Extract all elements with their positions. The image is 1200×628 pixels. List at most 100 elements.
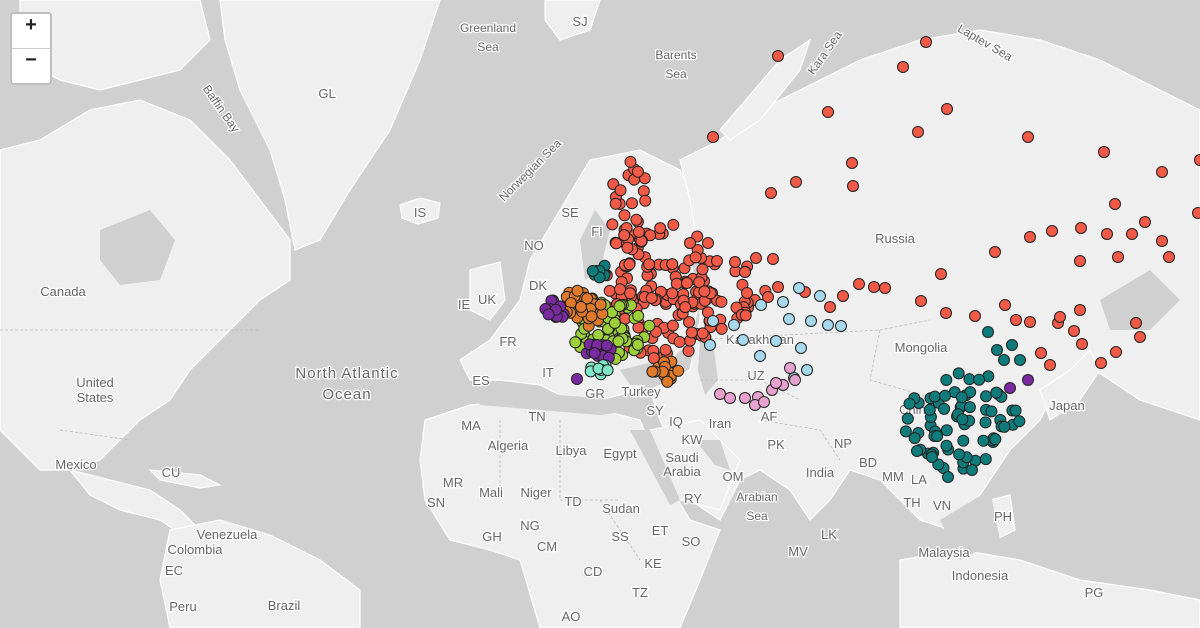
data-marker[interactable] <box>588 347 601 360</box>
data-marker[interactable] <box>952 367 965 380</box>
data-marker[interactable] <box>569 336 582 349</box>
data-marker[interactable] <box>1101 228 1113 240</box>
data-marker[interactable] <box>632 225 645 238</box>
data-marker[interactable] <box>938 402 951 415</box>
data-marker[interactable] <box>750 252 762 264</box>
data-marker[interactable] <box>772 281 784 293</box>
data-marker[interactable] <box>681 277 693 289</box>
data-marker[interactable] <box>1110 346 1122 358</box>
data-marker[interactable] <box>1054 311 1066 323</box>
data-marker[interactable] <box>814 290 826 302</box>
data-marker[interactable] <box>1109 198 1121 210</box>
data-marker[interactable] <box>606 218 619 231</box>
data-marker[interactable] <box>631 165 644 178</box>
data-marker[interactable] <box>682 345 695 357</box>
data-marker[interactable] <box>1156 235 1168 247</box>
data-marker[interactable] <box>903 397 916 410</box>
data-marker[interactable] <box>784 362 796 374</box>
data-marker[interactable] <box>585 310 598 323</box>
data-marker[interactable] <box>542 308 555 321</box>
data-marker[interactable] <box>1013 415 1026 428</box>
data-marker[interactable] <box>684 237 696 249</box>
data-marker[interactable] <box>755 299 767 311</box>
data-marker[interactable] <box>739 392 751 404</box>
data-marker[interactable] <box>643 258 656 271</box>
data-marker[interactable] <box>999 299 1011 311</box>
data-marker[interactable] <box>772 50 784 62</box>
data-marker[interactable] <box>847 180 859 192</box>
data-marker[interactable] <box>1024 231 1036 243</box>
data-marker[interactable] <box>704 339 716 351</box>
data-marker[interactable] <box>754 350 766 362</box>
data-marker[interactable] <box>571 284 584 297</box>
data-marker[interactable] <box>707 315 719 327</box>
data-marker[interactable] <box>956 413 969 426</box>
data-marker[interactable] <box>846 157 858 169</box>
data-marker[interactable] <box>610 237 623 250</box>
data-marker[interactable] <box>979 453 992 466</box>
data-marker[interactable] <box>714 388 726 400</box>
data-marker[interactable] <box>724 392 736 404</box>
data-marker[interactable] <box>1095 357 1107 369</box>
data-marker[interactable] <box>608 317 621 329</box>
data-marker[interactable] <box>957 434 970 447</box>
data-marker[interactable] <box>711 255 723 267</box>
data-marker[interactable] <box>973 373 986 386</box>
data-marker[interactable] <box>666 287 679 300</box>
data-marker[interactable] <box>661 375 674 388</box>
data-marker[interactable] <box>991 344 1003 356</box>
data-marker[interactable] <box>1112 251 1124 263</box>
data-marker[interactable] <box>1076 338 1088 350</box>
data-marker[interactable] <box>908 432 921 445</box>
data-marker[interactable] <box>592 329 605 341</box>
data-marker[interactable] <box>931 430 944 443</box>
data-marker[interactable] <box>767 253 779 265</box>
data-marker[interactable] <box>789 374 801 386</box>
data-marker[interactable] <box>737 334 749 346</box>
data-marker[interactable] <box>729 256 741 268</box>
data-marker[interactable] <box>923 403 936 416</box>
data-marker[interactable] <box>879 282 891 294</box>
data-marker[interactable] <box>594 298 607 311</box>
data-marker[interactable] <box>912 126 924 138</box>
data-marker[interactable] <box>689 251 702 264</box>
data-marker[interactable] <box>618 229 631 242</box>
data-marker[interactable] <box>770 377 782 389</box>
data-marker[interactable] <box>989 433 1002 446</box>
data-marker[interactable] <box>623 258 636 271</box>
data-marker[interactable] <box>609 197 622 210</box>
zoom-in-button[interactable]: + <box>12 14 50 48</box>
data-marker[interactable] <box>935 268 947 280</box>
data-marker[interactable] <box>1098 146 1110 158</box>
data-marker[interactable] <box>985 405 998 418</box>
data-marker[interactable] <box>1074 304 1086 316</box>
data-marker[interactable] <box>624 155 637 168</box>
data-marker[interactable] <box>940 307 952 319</box>
data-marker[interactable] <box>1074 255 1086 267</box>
data-marker[interactable] <box>911 445 923 457</box>
data-marker[interactable] <box>969 310 981 322</box>
data-marker[interactable] <box>613 300 626 313</box>
data-marker[interactable] <box>621 241 634 254</box>
data-marker[interactable] <box>715 295 728 308</box>
data-marker[interactable] <box>940 374 953 386</box>
data-marker[interactable] <box>801 364 813 376</box>
data-marker[interactable] <box>715 322 728 335</box>
data-marker[interactable] <box>1014 354 1026 366</box>
data-marker[interactable] <box>979 416 992 429</box>
data-marker[interactable] <box>998 354 1010 366</box>
data-marker[interactable] <box>793 282 805 294</box>
data-marker[interactable] <box>654 222 667 235</box>
data-marker[interactable] <box>643 319 656 332</box>
data-marker[interactable] <box>942 471 954 483</box>
data-marker[interactable] <box>667 218 680 231</box>
data-marker[interactable] <box>777 296 789 308</box>
data-marker[interactable] <box>698 285 711 298</box>
data-marker[interactable] <box>639 194 652 207</box>
data-marker[interactable] <box>685 326 698 339</box>
data-marker[interactable] <box>783 313 795 325</box>
data-marker[interactable] <box>941 103 953 115</box>
data-marker[interactable] <box>666 258 679 271</box>
data-marker[interactable] <box>707 131 719 143</box>
data-marker[interactable] <box>666 319 679 332</box>
